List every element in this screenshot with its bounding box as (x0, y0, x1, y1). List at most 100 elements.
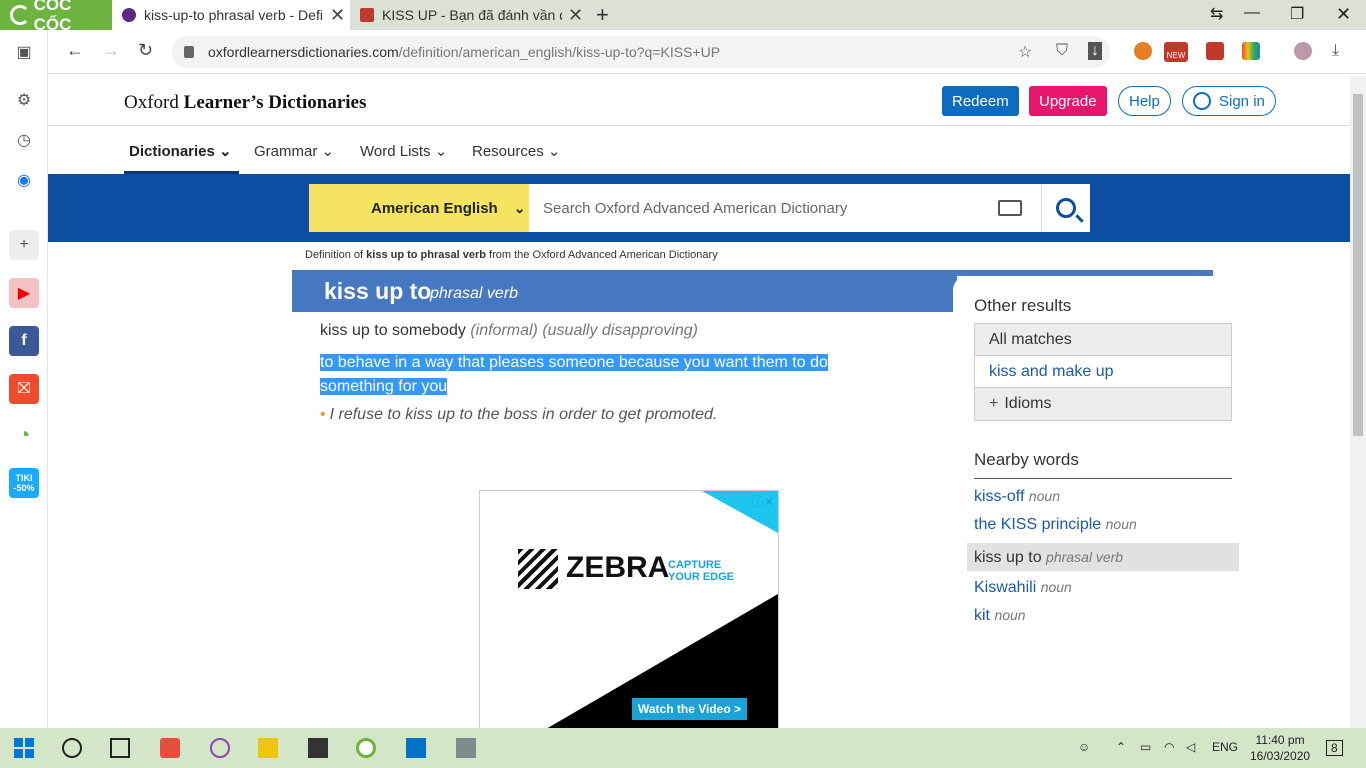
oxford-page: Oxford Learner’s Dictionaries Redeem Upg… (48, 76, 1350, 728)
windows-start-icon[interactable] (14, 738, 34, 758)
definition-text[interactable]: to behave in a way that pleases someone … (320, 351, 860, 399)
crumb-post: from the Oxford Advanced American Dictio… (485, 249, 718, 261)
menu-grammar[interactable]: Grammar ⌄ (254, 142, 334, 160)
people-icon[interactable]: ☺ (1078, 740, 1090, 754)
new-tab-icon[interactable]: + (596, 2, 609, 28)
sign-in-button[interactable]: Sign in (1182, 86, 1276, 116)
outlook-icon[interactable] (406, 738, 426, 758)
nearby-word-link[interactable]: the KISS principle noun (974, 516, 1137, 534)
cambridge-favicon-icon (360, 8, 374, 22)
app-icon[interactable] (456, 738, 476, 758)
tiki-icon[interactable]: TIKI -50% (9, 468, 39, 498)
tab-kiss-up-search[interactable]: KISS UP - Bạn đã đánh vần đú ✕ (350, 0, 590, 30)
redeem-button[interactable]: Redeem (942, 86, 1019, 116)
facebook-icon[interactable]: f (9, 326, 39, 356)
extension-new-icon[interactable]: NEW (1164, 42, 1188, 62)
right-panel: Other results All matches kiss and make … (953, 276, 1239, 728)
close-tab-icon[interactable]: ✕ (330, 5, 345, 26)
shield-icon[interactable]: ⛉ (1056, 42, 1068, 60)
history-icon[interactable]: ◷ (9, 125, 39, 155)
upgrade-button[interactable]: Upgrade (1029, 86, 1107, 116)
wifi-icon[interactable]: ◠ (1164, 740, 1174, 754)
idioms-item[interactable]: + Idioms (975, 388, 1231, 420)
nearby-word-link[interactable]: kiss-off noun (974, 488, 1060, 506)
nearby-word-link[interactable]: kit noun (974, 607, 1026, 625)
extension-chrome-icon[interactable] (1134, 42, 1152, 60)
app-icon[interactable] (160, 738, 180, 758)
search-icon[interactable] (62, 738, 82, 758)
plus-icon: + (989, 395, 999, 412)
user-icon (1193, 92, 1211, 110)
forward-icon[interactable]: → (102, 40, 120, 61)
close-tab-icon[interactable]: ✕ (568, 5, 583, 26)
oxford-logo[interactable]: Oxford Learner’s Dictionaries (124, 92, 366, 114)
search-input[interactable]: Search Oxford Advanced American Dictiona… (529, 184, 1041, 232)
url-field[interactable]: oxfordlearnersdictionaries.com /definiti… (172, 36, 1110, 68)
ad-info-icon[interactable]: ⓘ✕ (752, 493, 774, 510)
menu-word-lists[interactable]: Word Lists ⌄ (360, 142, 447, 160)
back-icon[interactable]: ← (66, 40, 84, 61)
settings-icon[interactable]: ⚙ (9, 85, 39, 115)
messenger-icon[interactable]: ◉ (9, 165, 39, 195)
nearby-pos: phrasal verb (1046, 549, 1124, 565)
usage-label: usually disapproving (547, 322, 693, 339)
chevron-up-icon[interactable]: ⌃ (1116, 740, 1126, 754)
menu-dictionaries[interactable]: Dictionaries ⌄ (129, 142, 232, 160)
download-page-icon[interactable]: ↓ (1088, 42, 1102, 60)
file-explorer-icon[interactable] (258, 738, 278, 758)
sticky-notes-icon[interactable] (308, 738, 328, 758)
other-results-title: Other results (974, 296, 1072, 315)
clock[interactable]: 11:40 pm 16/03/2020 (1250, 732, 1310, 764)
dictionary-select-label: American English (371, 199, 498, 217)
language-indicator[interactable]: ENG (1212, 740, 1238, 754)
downloads-icon[interactable]: ⤓ (1332, 42, 1339, 60)
windows-taskbar: ☺ ⌃ ▭ ◠ ◁ ENG 11:40 pm 16/03/2020 8 (0, 728, 1366, 768)
clock-date: 16/03/2020 (1250, 749, 1311, 763)
nearby-pos: noun (994, 607, 1026, 623)
scrollbar-thumb[interactable] (1353, 94, 1363, 436)
minimize-icon[interactable]: — (1244, 4, 1260, 22)
reload-icon[interactable]: ↻ (138, 40, 153, 61)
battery-icon[interactable]: ▭ (1140, 740, 1151, 754)
browser-sidebar: ▣ ⚙ ◷ ◉ + ▶ f ⛝ ◔ TIKI -50% (0, 30, 48, 728)
dictionary-select[interactable]: American English ⌄ (309, 184, 529, 232)
all-matches-item[interactable]: All matches (975, 324, 1231, 356)
task-view-icon[interactable] (110, 738, 130, 758)
help-button[interactable]: Help (1118, 86, 1171, 116)
extension-red-icon[interactable] (1206, 42, 1224, 60)
menu-resources[interactable]: Resources ⌄ (472, 142, 560, 160)
bookmark-star-icon[interactable]: ☆ (1018, 42, 1032, 62)
youtube-icon[interactable]: ▶ (9, 278, 39, 308)
notification-icon[interactable]: 8 (1326, 740, 1343, 756)
panel-icon[interactable]: ▣ (9, 37, 39, 67)
tab-title: kiss-up-to phrasal verb - Defi (144, 7, 323, 23)
register-label: informal (475, 322, 533, 339)
tab-search-icon[interactable]: ⇆ (1210, 4, 1223, 24)
extension-color-icon[interactable] (1242, 42, 1260, 60)
add-icon[interactable]: + (9, 230, 39, 260)
page-scrollbar[interactable] (1350, 76, 1366, 728)
coccoc-icon[interactable]: ◔ (9, 420, 39, 450)
profile-avatar[interactable] (1294, 42, 1312, 60)
close-window-icon[interactable]: ✕ (1336, 4, 1351, 25)
nearby-pos: noun (1105, 516, 1137, 532)
nearby-word-link[interactable]: Kiswahili noun (974, 579, 1072, 597)
coccoc-taskbar-icon[interactable] (356, 738, 376, 758)
shopee-icon[interactable]: ⛝ (9, 374, 39, 404)
paint-icon[interactable] (210, 738, 230, 758)
url-host: oxfordlearnersdictionaries.com (208, 44, 399, 60)
restore-icon[interactable]: ❐ (1290, 4, 1304, 24)
coccoc-menu-button[interactable]: CỐC CỐC (0, 0, 112, 34)
zebra-advertisement[interactable]: ⓘ✕ ZEBRA CAPTURE YOUR EDGE Watch the Vide… (479, 490, 779, 728)
nearby-word: the KISS principle (974, 516, 1102, 533)
notification-count: 8 (1331, 741, 1338, 755)
watch-video-button[interactable]: Watch the Video > (632, 698, 748, 720)
volume-icon[interactable]: ◁ (1186, 740, 1195, 754)
keyboard-icon[interactable] (998, 200, 1022, 216)
coccoc-logo-icon (10, 5, 30, 25)
new-badge: NEW (1166, 51, 1186, 60)
tab-kiss-up-to[interactable]: kiss-up-to phrasal verb - Defi ✕ (112, 0, 350, 30)
menu-label: Word Lists (360, 143, 431, 160)
kiss-and-make-up-link[interactable]: kiss and make up (975, 356, 1231, 388)
search-button[interactable] (1041, 184, 1090, 232)
